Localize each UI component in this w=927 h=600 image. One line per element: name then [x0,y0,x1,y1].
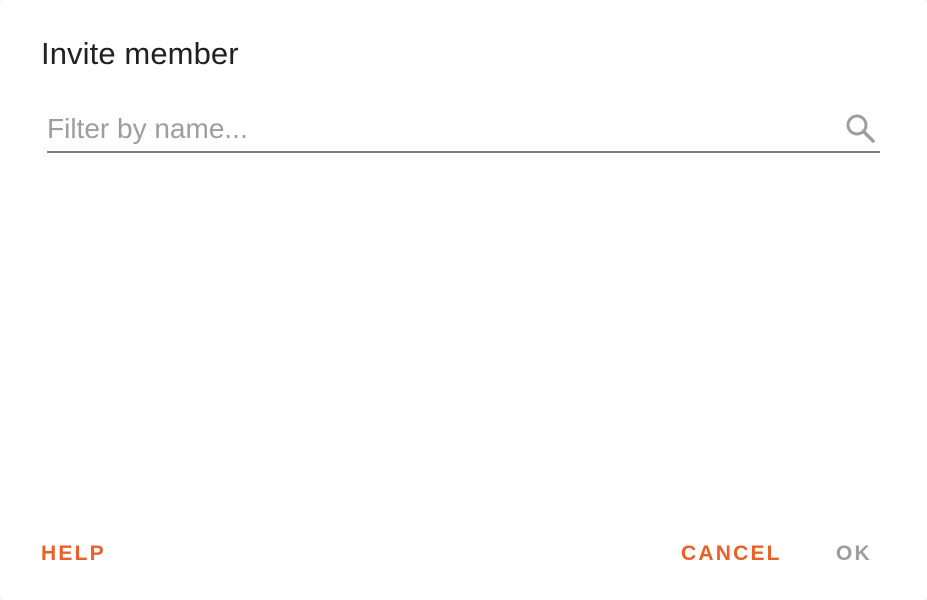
dialog-title: Invite member [41,36,239,71]
search-icon[interactable] [844,112,876,144]
member-results-list [41,160,886,510]
search-field [47,108,880,153]
help-button[interactable]: HELP [41,538,106,570]
search-input[interactable] [47,108,827,150]
cancel-button[interactable]: CANCEL [681,538,782,570]
ok-button[interactable]: OK [836,538,872,570]
invite-member-dialog: Invite member HELP CANCEL OK [0,0,927,600]
